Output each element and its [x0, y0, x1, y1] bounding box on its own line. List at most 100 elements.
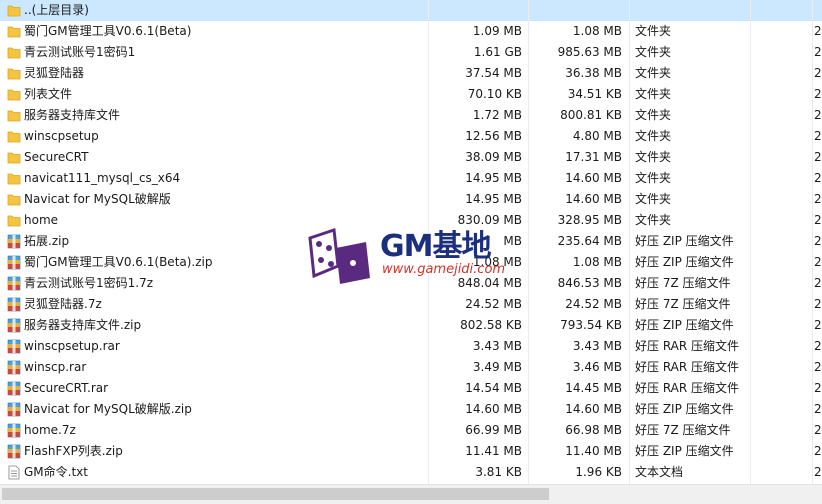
packed-size: 36.38 MB — [565, 66, 622, 80]
file-size: 3.49 MB — [472, 360, 522, 374]
folder-icon — [7, 192, 21, 207]
archive-icon — [7, 297, 21, 312]
file-row[interactable]: 服务器支持库文件 1.72 MB 800.81 KB 文件夹 2 — [0, 105, 822, 126]
packed-size: 328.95 MB — [557, 213, 622, 227]
archive-icon — [7, 381, 21, 396]
column-divider — [750, 0, 751, 484]
file-name: 蜀门GM管理工具V0.6.1(Beta) — [24, 24, 192, 38]
watermark-url: www.gamejidi.com — [382, 262, 506, 277]
file-type — [635, 0, 747, 21]
archive-icon — [7, 360, 21, 375]
file-row[interactable]: 灵狐登陆器 37.54 MB 36.38 MB 文件夹 2 — [0, 63, 822, 84]
modified-date: 2 — [814, 297, 822, 311]
packed-size: 66.98 MB — [565, 423, 622, 437]
file-row[interactable]: 列表文件 70.10 KB 34.51 KB 文件夹 2 — [0, 84, 822, 105]
file-name: winscpsetup — [24, 129, 99, 143]
packed-size: 17.31 MB — [565, 150, 622, 164]
file-size: 11.41 MB — [465, 444, 522, 458]
modified-date: 2 — [814, 402, 822, 416]
modified-date: 2 — [814, 213, 822, 227]
file-name: 服务器支持库文件 — [24, 108, 121, 122]
modified-date: 2 — [814, 255, 822, 269]
file-row[interactable]: 灵狐登陆器.7z 24.52 MB 24.52 MB 好压 7Z 压缩文件 2 — [0, 294, 822, 315]
folder-icon — [7, 66, 21, 81]
folder-icon — [7, 150, 21, 165]
file-type: 文件夹 — [635, 87, 672, 101]
modified-date: 2 — [814, 381, 822, 395]
file-size: 12.56 MB — [465, 129, 522, 143]
file-type: 文件夹 — [635, 66, 672, 80]
modified-date: 2 — [814, 150, 822, 164]
file-size — [430, 0, 522, 21]
modified-date: 2 — [814, 318, 822, 332]
file-name: 灵狐登陆器 — [24, 66, 85, 80]
modified-date: 2 — [814, 339, 822, 353]
file-size: 14.54 MB — [465, 381, 522, 395]
file-row[interactable]: winscpsetup.rar 3.43 MB 3.43 MB 好压 RAR 压缩文件… — [0, 336, 822, 357]
packed-size: 985.63 MB — [557, 45, 622, 59]
file-name: 列表文件 — [24, 87, 73, 101]
file-name: Navicat for MySQL破解版 — [24, 192, 171, 206]
modified-date: 2 — [814, 192, 822, 206]
file-row[interactable]: home.7z 66.99 MB 66.98 MB 好压 7Z 压缩文件 2 — [0, 420, 822, 441]
file-type: 文件夹 — [635, 129, 672, 143]
file-row[interactable]: 服务器支持库文件.zip 802.58 KB 793.54 KB 好压 ZIP 压缩文… — [0, 315, 822, 336]
modified-date: 2 — [814, 129, 822, 143]
file-type: 文件夹 — [635, 150, 672, 164]
file-type: 好压 RAR 压缩文件 — [635, 381, 740, 395]
watermark: GM基地 www.gamejidi.com — [304, 218, 534, 288]
file-name: 青云测试账号1密码1 — [24, 45, 136, 59]
file-row[interactable]: GM命令.txt 3.81 KB 1.96 KB 文本文档 2 — [0, 462, 822, 483]
file-type: 好压 7Z 压缩文件 — [635, 423, 731, 437]
packed-size: 1.96 KB — [575, 465, 622, 479]
file-name: winscpsetup.rar — [24, 339, 120, 353]
packed-size: 800.81 KB — [560, 108, 622, 122]
packed-size: 11.40 MB — [565, 444, 622, 458]
modified-date: 2 — [814, 360, 822, 374]
file-type: 文件夹 — [635, 24, 672, 38]
modified-date: 2 — [814, 423, 822, 437]
file-row[interactable]: 蜀门GM管理工具V0.6.1(Beta) 1.09 MB 1.08 MB 文件夹 2 — [0, 21, 822, 42]
modified-date: 2 — [814, 465, 822, 479]
file-name: GM命令.txt — [24, 465, 88, 479]
file-row[interactable]: winscpsetup 12.56 MB 4.80 MB 文件夹 2 — [0, 126, 822, 147]
file-size: 14.60 MB — [465, 402, 522, 416]
file-type: 好压 ZIP 压缩文件 — [635, 444, 734, 458]
horizontal-scrollbar[interactable] — [0, 484, 822, 504]
archive-icon — [7, 318, 21, 333]
file-row[interactable]: SecureCRT.rar 14.54 MB 14.45 MB 好压 RAR 压缩文件… — [0, 378, 822, 399]
file-size: 3.43 MB — [472, 339, 522, 353]
modified-date: 2 — [814, 108, 822, 122]
archive-icon — [7, 234, 21, 249]
file-size: 802.58 KB — [460, 318, 522, 332]
file-row[interactable]: ..(上层目录) — [0, 0, 822, 21]
file-row[interactable]: winscp.rar 3.49 MB 3.46 MB 好压 RAR 压缩文件 2 — [0, 357, 822, 378]
scrollbar-thumb[interactable] — [2, 488, 549, 500]
packed-size: 34.51 KB — [567, 87, 622, 101]
folder-icon — [7, 3, 21, 18]
file-size: 1.61 GB — [473, 45, 522, 59]
file-type: 好压 RAR 压缩文件 — [635, 360, 740, 374]
archive-icon — [7, 402, 21, 417]
file-name: winscp.rar — [24, 360, 87, 374]
file-size: 3.81 KB — [475, 465, 522, 479]
file-type: 文件夹 — [635, 192, 672, 206]
file-name: home.7z — [24, 423, 76, 437]
packed-size — [530, 0, 622, 21]
file-row[interactable]: SecureCRT 38.09 MB 17.31 MB 文件夹 2 — [0, 147, 822, 168]
file-row[interactable]: Navicat for MySQL破解版 14.95 MB 14.60 MB 文件夹 2 — [0, 189, 822, 210]
file-row[interactable]: Navicat for MySQL破解版.zip 14.60 MB 14.60 MB… — [0, 399, 822, 420]
packed-size: 793.54 KB — [560, 318, 622, 332]
file-name: Navicat for MySQL破解版.zip — [24, 402, 192, 416]
file-size: 70.10 KB — [467, 87, 522, 101]
file-row[interactable]: FlashFXP列表.zip 11.41 MB 11.40 MB 好压 ZIP 压缩文… — [0, 441, 822, 462]
file-size: 1.09 MB — [472, 24, 522, 38]
file-type: 文件夹 — [635, 171, 672, 185]
file-row[interactable]: 青云测试账号1密码1 1.61 GB 985.63 MB 文件夹 2 — [0, 42, 822, 63]
modified-date: 2 — [814, 87, 822, 101]
file-size: 14.95 MB — [465, 171, 522, 185]
file-row[interactable]: navicat111_mysql_cs_x64 14.95 MB 14.60 MB 文… — [0, 168, 822, 189]
file-name: 服务器支持库文件.zip — [24, 318, 142, 332]
packed-size: 24.52 MB — [565, 297, 622, 311]
modified-date: 2 — [814, 234, 822, 248]
